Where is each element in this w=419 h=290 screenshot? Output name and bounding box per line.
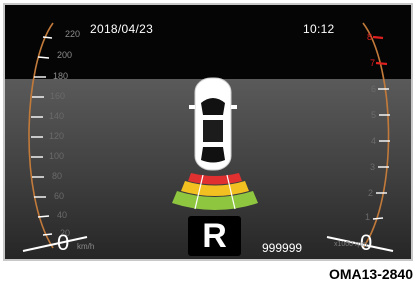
speed-scale-label: 100 xyxy=(49,151,65,161)
speed-scale-label: 60 xyxy=(54,191,65,201)
odometer-display: 999999 xyxy=(262,241,303,255)
tachometer-ticks xyxy=(372,35,390,220)
speed-unit-label: km/h xyxy=(77,242,95,251)
rpm-scale-label: 4 xyxy=(371,136,377,146)
parking-sensor-zones xyxy=(172,173,258,210)
speed-zero-label: 0 xyxy=(57,230,70,255)
rpm-scale-label: 6 xyxy=(371,84,377,94)
speed-scale-label: 40 xyxy=(57,210,68,220)
speed-scale-label: 200 xyxy=(57,50,73,60)
speed-scale-label: 160 xyxy=(50,91,66,101)
rpm-scale-label: 2 xyxy=(368,188,374,198)
rpm-scale-label: 7 xyxy=(370,58,376,68)
vehicle-top-view-icon xyxy=(189,77,237,171)
speed-scale-label: 180 xyxy=(53,71,69,81)
speed-scale-label: 80 xyxy=(52,171,63,181)
rpm-scale-label: 1 xyxy=(365,212,371,222)
sensor-zone-red xyxy=(188,173,242,185)
rpm-scale-label: 5 xyxy=(371,110,377,120)
rpm-scale-label: 3 xyxy=(370,162,376,172)
speed-scale-label: 140 xyxy=(49,111,65,121)
figure-caption: OMA13-2840 xyxy=(328,266,413,282)
rpm-scale-label: 8 xyxy=(367,32,373,42)
gear-indicator: R xyxy=(188,216,241,256)
speed-scale-label: 120 xyxy=(49,131,65,141)
instrument-cluster-display: 2018/04/23 10:12 220 200 180 160 140 120… xyxy=(3,3,413,261)
speed-scale-label: 220 xyxy=(65,29,81,39)
rpm-unit-label: x1000 rpm xyxy=(334,241,368,248)
